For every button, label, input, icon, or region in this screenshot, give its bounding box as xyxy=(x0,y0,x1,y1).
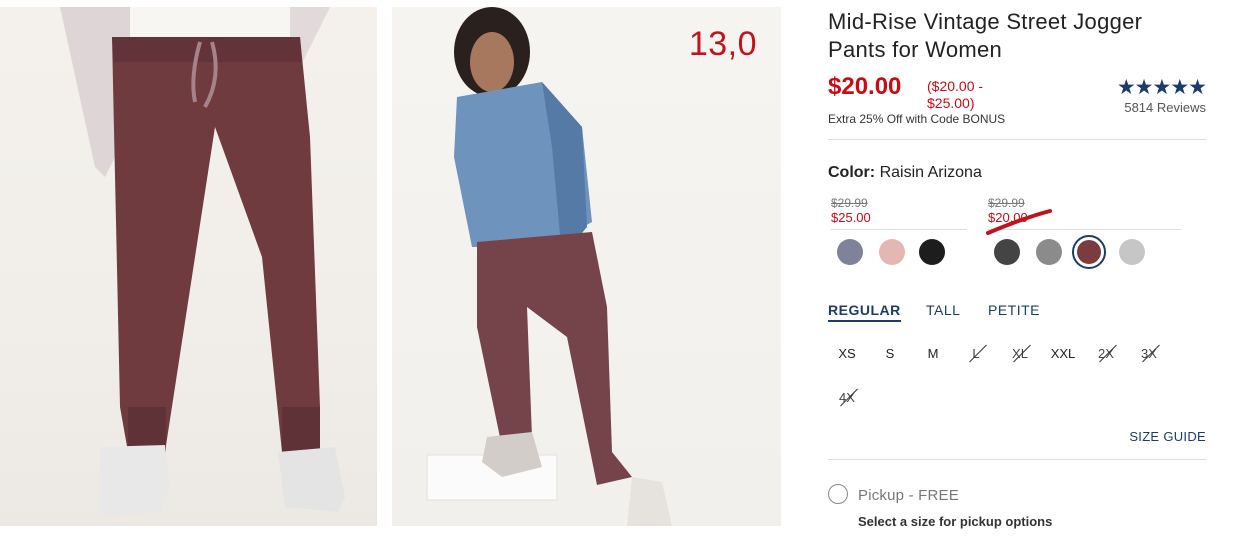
swatch-heather-grey[interactable] xyxy=(1036,239,1062,265)
tab-regular[interactable]: REGULAR xyxy=(828,302,901,322)
price-range: ($20.00 - $25.00) xyxy=(927,78,984,111)
size-option-2x[interactable]: 2X xyxy=(1089,346,1123,361)
pickup-note: Select a size for pickup options xyxy=(858,514,1053,529)
color-value: Raisin Arizona xyxy=(879,164,982,181)
color-label: Color: xyxy=(828,164,876,181)
divider xyxy=(831,229,967,230)
tab-tall[interactable]: TALL xyxy=(926,302,960,318)
color-selection: Color: Raisin Arizona xyxy=(828,164,982,182)
sale-price: $25.00 xyxy=(831,210,871,225)
product-image-front[interactable] xyxy=(0,7,377,526)
price-group-2: $29.99 $20.00 xyxy=(988,196,1181,230)
swatch-light-heather[interactable] xyxy=(1119,239,1145,265)
tab-petite[interactable]: PETITE xyxy=(988,302,1040,318)
size-option-xl[interactable]: XL xyxy=(1003,346,1037,361)
product-title: Mid-Rise Vintage Street Jogger Pants for… xyxy=(828,9,1143,62)
divider xyxy=(988,229,1181,230)
swatch-blue-grey[interactable] xyxy=(837,239,863,265)
price-group-1: $29.99 $25.00 xyxy=(831,196,967,230)
promo-text: Extra 25% Off with Code BONUS xyxy=(828,112,1006,126)
swatch-charcoal[interactable] xyxy=(994,239,1020,265)
size-option-s[interactable]: S xyxy=(873,346,907,361)
back-view-illustration xyxy=(426,7,672,526)
size-option-4x[interactable]: 4X xyxy=(830,390,864,405)
divider xyxy=(828,459,1206,460)
pickup-radio[interactable] xyxy=(828,484,848,504)
size-option-xs[interactable]: XS xyxy=(830,346,864,361)
front-view-illustration xyxy=(60,7,345,517)
size-option-3x[interactable]: 3X xyxy=(1132,346,1166,361)
swatch-black[interactable] xyxy=(919,239,945,265)
product-info-panel: Mid-Rise Vintage Street Jogger Pants for… xyxy=(828,0,1207,537)
original-price: $29.99 xyxy=(988,196,1025,210)
size-guide-link[interactable]: SIZE GUIDE xyxy=(1129,429,1206,444)
divider xyxy=(828,139,1206,140)
pickup-label[interactable]: Pickup - FREE xyxy=(858,487,959,504)
size-option-m[interactable]: M xyxy=(916,346,950,361)
original-price: $29.99 xyxy=(831,196,868,210)
swatch-raisin-arizona[interactable] xyxy=(1072,235,1106,269)
size-option-l[interactable]: L xyxy=(959,346,993,361)
sale-price: $20.00 xyxy=(988,210,1028,225)
reviews-link[interactable]: 5814 Reviews xyxy=(1124,100,1206,115)
product-image-back[interactable]: 13,0 xyxy=(392,7,781,526)
swatch-blush[interactable] xyxy=(879,239,905,265)
current-price: $20.00 xyxy=(828,73,902,100)
overlay-number: 13,0 xyxy=(688,25,757,63)
size-option-xxl[interactable]: XXL xyxy=(1046,346,1080,361)
rating-stars-icon[interactable]: ★★★★★ xyxy=(1117,75,1207,100)
